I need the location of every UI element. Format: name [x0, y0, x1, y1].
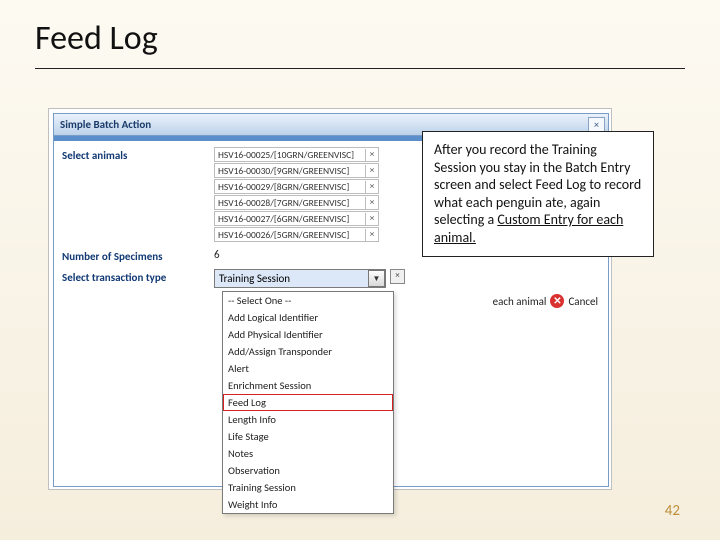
animal-chip: HSV16-00030/[9GRN/GREENVISC] ×: [214, 163, 379, 178]
num-specimens-value: 6: [214, 248, 220, 261]
remove-chip-icon[interactable]: ×: [365, 213, 378, 225]
animal-chip-label: HSV16-00027/[6GRN/GREENVISC]: [218, 213, 349, 225]
remove-chip-icon[interactable]: ×: [365, 149, 378, 161]
dropdown-option[interactable]: Life Stage: [223, 428, 393, 445]
dropdown-option[interactable]: Notes: [223, 445, 393, 462]
animal-chip: HSV16-00026/[5GRN/GREENVISC] ×: [214, 227, 379, 242]
cancel-icon[interactable]: ✕: [550, 294, 564, 308]
transaction-type-label: Select transaction type: [62, 269, 214, 284]
dropdown-option[interactable]: Add/Assign Transponder: [223, 343, 393, 360]
dialog-title-text: Simple Batch Action: [54, 118, 151, 131]
clear-select-icon[interactable]: ×: [390, 269, 405, 284]
dropdown-option[interactable]: -- Select One --: [223, 292, 393, 309]
dropdown-option[interactable]: Add Logical Identifier: [223, 309, 393, 326]
animal-chip-label: HSV16-00029/[8GRN/GREENVISC]: [218, 181, 349, 193]
transaction-type-select[interactable]: Training Session ▼: [214, 269, 386, 288]
dropdown-option[interactable]: Observation: [223, 462, 393, 479]
animal-chip: HSV16-00025/[10GRN/GREENVISC] ×: [214, 147, 379, 162]
animal-chip: HSV16-00028/[7GRN/GREENVISC] ×: [214, 195, 379, 210]
animals-chip-list: HSV16-00025/[10GRN/GREENVISC]×HSV16-0003…: [214, 147, 379, 242]
cancel-label[interactable]: Cancel: [568, 295, 598, 308]
annotation-callout: After you record the Training Session yo…: [422, 131, 654, 257]
dropdown-option[interactable]: Weight Info: [223, 496, 393, 513]
each-animal-label: each animal: [493, 295, 547, 308]
chevron-down-icon[interactable]: ▼: [368, 270, 385, 287]
animal-chip: HSV16-00029/[8GRN/GREENVISC] ×: [214, 179, 379, 194]
page-number: 42: [665, 502, 680, 520]
animal-chip-label: HSV16-00025/[10GRN/GREENVISC]: [218, 149, 354, 161]
dropdown-option[interactable]: Feed Log: [223, 394, 393, 411]
animal-chip-label: HSV16-00028/[7GRN/GREENVISC]: [218, 197, 349, 209]
dropdown-option[interactable]: Length Info: [223, 411, 393, 428]
dropdown-option[interactable]: Enrichment Session: [223, 377, 393, 394]
remove-chip-icon[interactable]: ×: [365, 197, 378, 209]
animal-chip: HSV16-00027/[6GRN/GREENVISC] ×: [214, 211, 379, 226]
action-bar: each animal ✕ Cancel: [493, 294, 598, 308]
remove-chip-icon[interactable]: ×: [365, 181, 378, 193]
animal-chip-label: HSV16-00030/[9GRN/GREENVISC]: [218, 165, 349, 177]
dropdown-option[interactable]: Training Session: [223, 479, 393, 496]
remove-chip-icon[interactable]: ×: [365, 165, 378, 177]
select-animals-label: Select animals: [62, 147, 214, 162]
page-title: Feed Log: [35, 18, 158, 59]
animal-chip-label: HSV16-00026/[5GRN/GREENVISC]: [218, 229, 349, 241]
transaction-type-value: Training Session: [215, 270, 368, 287]
num-specimens-label: Number of Specimens: [62, 248, 214, 263]
dropdown-option[interactable]: Add Physical Identifier: [223, 326, 393, 343]
title-underline: [35, 68, 685, 69]
remove-chip-icon[interactable]: ×: [365, 229, 378, 241]
dropdown-option[interactable]: Alert: [223, 360, 393, 377]
transaction-type-dropdown: -- Select One --Add Logical IdentifierAd…: [222, 291, 394, 514]
